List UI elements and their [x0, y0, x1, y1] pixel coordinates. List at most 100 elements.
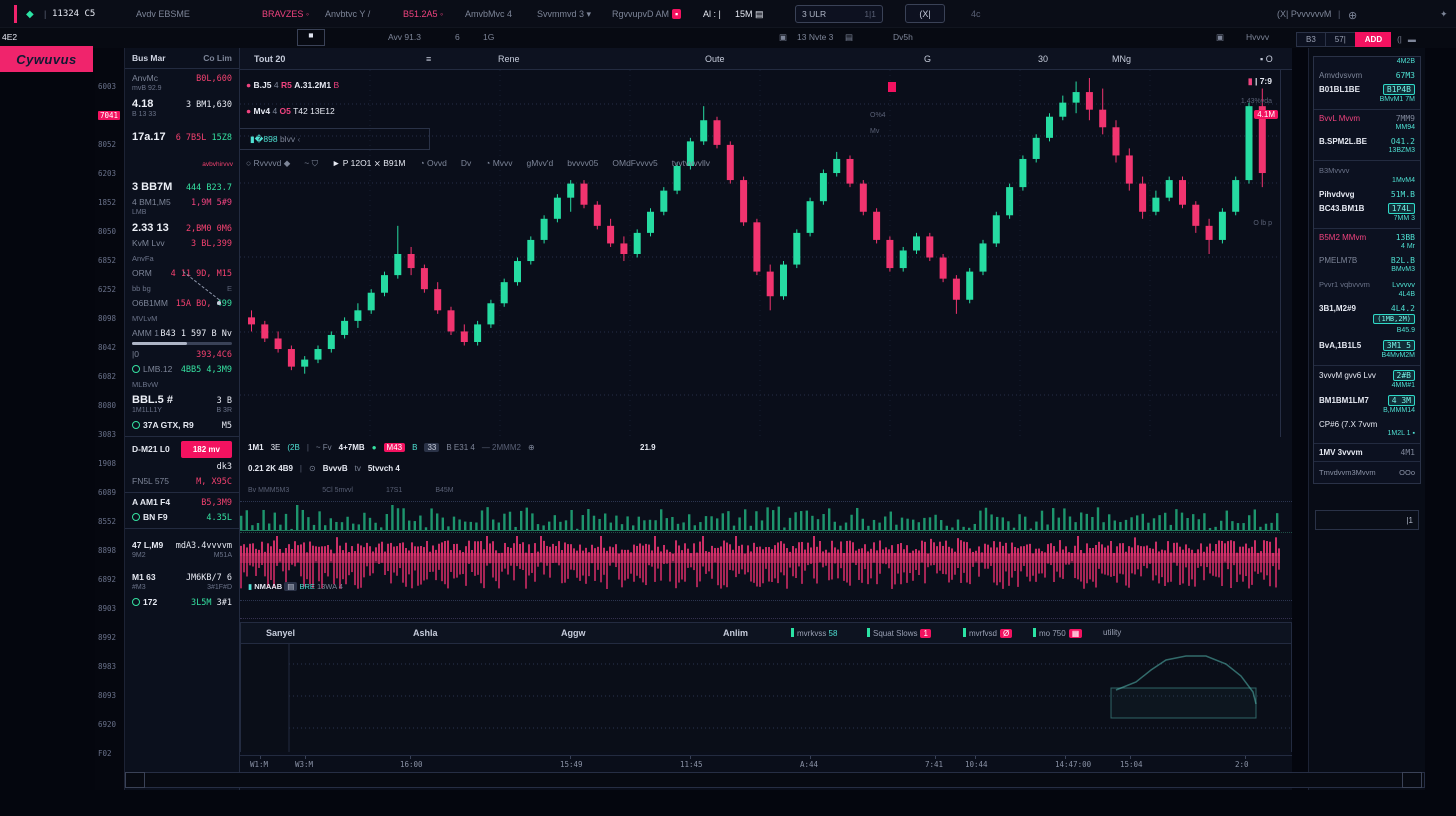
bottom-panel-plot[interactable]: [240, 644, 1292, 752]
ladder-price[interactable]: 6089: [98, 488, 116, 497]
ladder-price[interactable]: 1908: [98, 459, 116, 468]
time-tick-label[interactable]: W3:M: [295, 760, 313, 769]
list-item[interactable]: 3 BB7M444 B23.7: [125, 177, 239, 193]
ladder-price[interactable]: 8552: [98, 517, 116, 526]
osc-name[interactable]: NMAAB: [254, 582, 282, 591]
symbol-name[interactable]: Mv4: [254, 106, 271, 116]
indicator-chip[interactable]: 5Cl 5mvvl: [322, 487, 353, 494]
ladder-price[interactable]: 6082: [98, 372, 116, 381]
bottom-column-header[interactable]: Sanyel: [266, 628, 295, 638]
sidebar-tab-b3[interactable]: B3: [1296, 32, 1325, 47]
amount-input[interactable]: [1315, 510, 1419, 530]
ladder-price[interactable]: F02: [98, 749, 112, 758]
shortcut-box[interactable]: (X|: [905, 4, 945, 23]
list-item[interactable]: BBL.5 #3 B: [125, 390, 239, 406]
brand-logo[interactable]: Cywuvus: [0, 46, 93, 72]
globe-icon[interactable]: ⊕: [1348, 9, 1357, 22]
candlestick-chart[interactable]: ● B.J5 4 R5 A.31.2M1 B ● Mv4 4 O5 T42 13…: [240, 70, 1292, 437]
time-tick-label[interactable]: 2:0: [1235, 760, 1249, 769]
menubar-item[interactable]: Al : |: [703, 9, 721, 19]
menubar-item[interactable]: 4c: [971, 9, 981, 19]
tool-button[interactable]: ■: [297, 29, 325, 46]
status-left-box[interactable]: [125, 772, 145, 788]
ohlc-d[interactable]: ~ Fv: [316, 443, 332, 452]
detail-row[interactable]: Amvdvsvvm67M3: [1314, 67, 1420, 80]
chart-tab[interactable]: 30: [1038, 54, 1048, 64]
ladder-price[interactable]: 3083: [98, 430, 116, 439]
menubar-item[interactable]: B51.2A5 ◦: [403, 9, 443, 19]
detail-row[interactable]: BM1BM1LM74 3M: [1314, 391, 1420, 406]
menubar-item[interactable]: AmvbMvc 4: [465, 9, 512, 19]
list-item[interactable]: BN F94.35L: [125, 508, 239, 523]
chart-tab[interactable]: G: [924, 54, 931, 64]
ir2-f[interactable]: 5tvvch 4: [368, 464, 400, 473]
list-item[interactable]: AMM 1B43 1 597 B Nv: [125, 324, 239, 339]
ladder-price[interactable]: 1852: [98, 198, 116, 207]
toolbar-item[interactable]: 1G: [483, 32, 494, 42]
list-item[interactable]: dk3: [125, 458, 239, 472]
bottom-column-header[interactable]: Ashla: [413, 628, 438, 638]
menubar-item[interactable]: 15M ▤: [735, 9, 764, 20]
sidebar-extra-icon[interactable]: ▬: [1408, 35, 1416, 44]
list-item[interactable]: 4.183 BM1,630: [125, 94, 239, 110]
toolbar-tool[interactable]: ~ ⛉: [304, 158, 318, 168]
detail-row[interactable]: BC43.BM1B174L: [1314, 199, 1420, 214]
sidebar-extra-icon[interactable]: (|: [1397, 35, 1402, 44]
list-item[interactable]: |0393,4C6: [125, 345, 239, 360]
detail-row[interactable]: 1MV 3vvvm4M1: [1314, 444, 1420, 457]
ladder-price[interactable]: 8080: [98, 401, 116, 410]
buy-button[interactable]: 182 mv: [181, 441, 232, 458]
toolbar-item[interactable]: 13 Nvte 3: [797, 32, 833, 42]
time-tick-label[interactable]: W1:M: [250, 760, 268, 769]
list-item[interactable]: 37A GTX, R9M5: [125, 416, 239, 431]
detail-row[interactable]: B5M2 MMvm13BB: [1314, 229, 1420, 242]
layer-tab[interactable]: ▮�898 blvv ‹: [240, 128, 430, 150]
list-item[interactable]: 4 BM1,M51,9M 5#9: [125, 193, 239, 208]
toolbar-item[interactable]: Avv 91.3: [388, 32, 421, 42]
time-tick-label[interactable]: A:44: [800, 760, 818, 769]
ladder-price[interactable]: 6852: [98, 256, 116, 265]
legend-item[interactable]: mvrfvsdØ: [963, 628, 1012, 638]
list-item[interactable]: O6B1MM15A BO, 499: [125, 294, 239, 309]
list-item[interactable]: 1723L5M 3#1: [125, 593, 239, 608]
price-ladder[interactable]: 6003704180526203185280506852625280988042…: [95, 48, 125, 790]
time-tick-label[interactable]: 15:04: [1120, 760, 1143, 769]
ladder-price[interactable]: 8093: [98, 691, 116, 700]
footer-value[interactable]: OOo: [1399, 468, 1415, 477]
ladder-price[interactable]: 6252: [98, 285, 116, 294]
list-item[interactable]: LMB.124BB5 4,3M9: [125, 360, 239, 375]
chart-tab[interactable]: Tout 20: [254, 54, 285, 64]
ladder-price[interactable]: 8098: [98, 314, 116, 323]
ladder-price[interactable]: 6920: [98, 720, 116, 729]
watchlist-header-right[interactable]: Co Lim: [203, 53, 232, 63]
app-logo-icon[interactable]: ◆: [26, 9, 34, 20]
detail-row[interactable]: B01BL1BEB1P4B: [1314, 80, 1420, 95]
ladder-price[interactable]: 7041: [98, 111, 120, 120]
detail-row[interactable]: 3B1,M2#94L4.2: [1314, 300, 1420, 313]
time-tick-label[interactable]: 10:44: [965, 760, 988, 769]
menubar-item[interactable]: Svvmmvd 3 ▾: [537, 9, 591, 20]
toolbar-item[interactable]: 6: [455, 32, 460, 42]
legend-item[interactable]: Squat Slows1: [867, 628, 931, 638]
detail-row[interactable]: BvA,1B1L53M1 5: [1314, 336, 1420, 351]
search-input[interactable]: 3 ULR 1|1: [795, 5, 883, 23]
ladder-price[interactable]: 8983: [98, 662, 116, 671]
ohlc-b[interactable]: 3E: [271, 443, 281, 452]
toolbar-tool[interactable]: OMdFvvvv5: [612, 158, 657, 168]
detail-row[interactable]: Pihvdvvg51M.B: [1314, 186, 1420, 199]
ladder-price[interactable]: 6203: [98, 169, 116, 178]
list-item[interactable]: 2.33 132,BM0 0M6: [125, 218, 239, 234]
ladder-price[interactable]: 6003: [98, 82, 116, 91]
list-item[interactable]: AnvMcB0L,600: [125, 69, 239, 84]
toolbar-item[interactable]: ▣: [1216, 32, 1224, 43]
detail-row[interactable]: 3vvvM gvv6 Lvv2#B: [1314, 366, 1420, 381]
time-tick-label[interactable]: 15:49: [560, 760, 583, 769]
time-axis[interactable]: W1:MW3:M16:0015:4911:45A:447:4110:4414:4…: [240, 755, 1292, 771]
list-item[interactable]: 17a.176 7B5L 15Z8: [125, 127, 239, 143]
toolbar-item[interactable]: Dv5h: [893, 32, 913, 42]
account-menu[interactable]: (X| PvvvvvvM: [1277, 9, 1331, 19]
ladder-price[interactable]: 8050: [98, 227, 116, 236]
indicator-chip[interactable]: B45M: [435, 487, 453, 494]
ladder-price[interactable]: 8898: [98, 546, 116, 555]
chart-tab[interactable]: MNg: [1112, 54, 1131, 64]
